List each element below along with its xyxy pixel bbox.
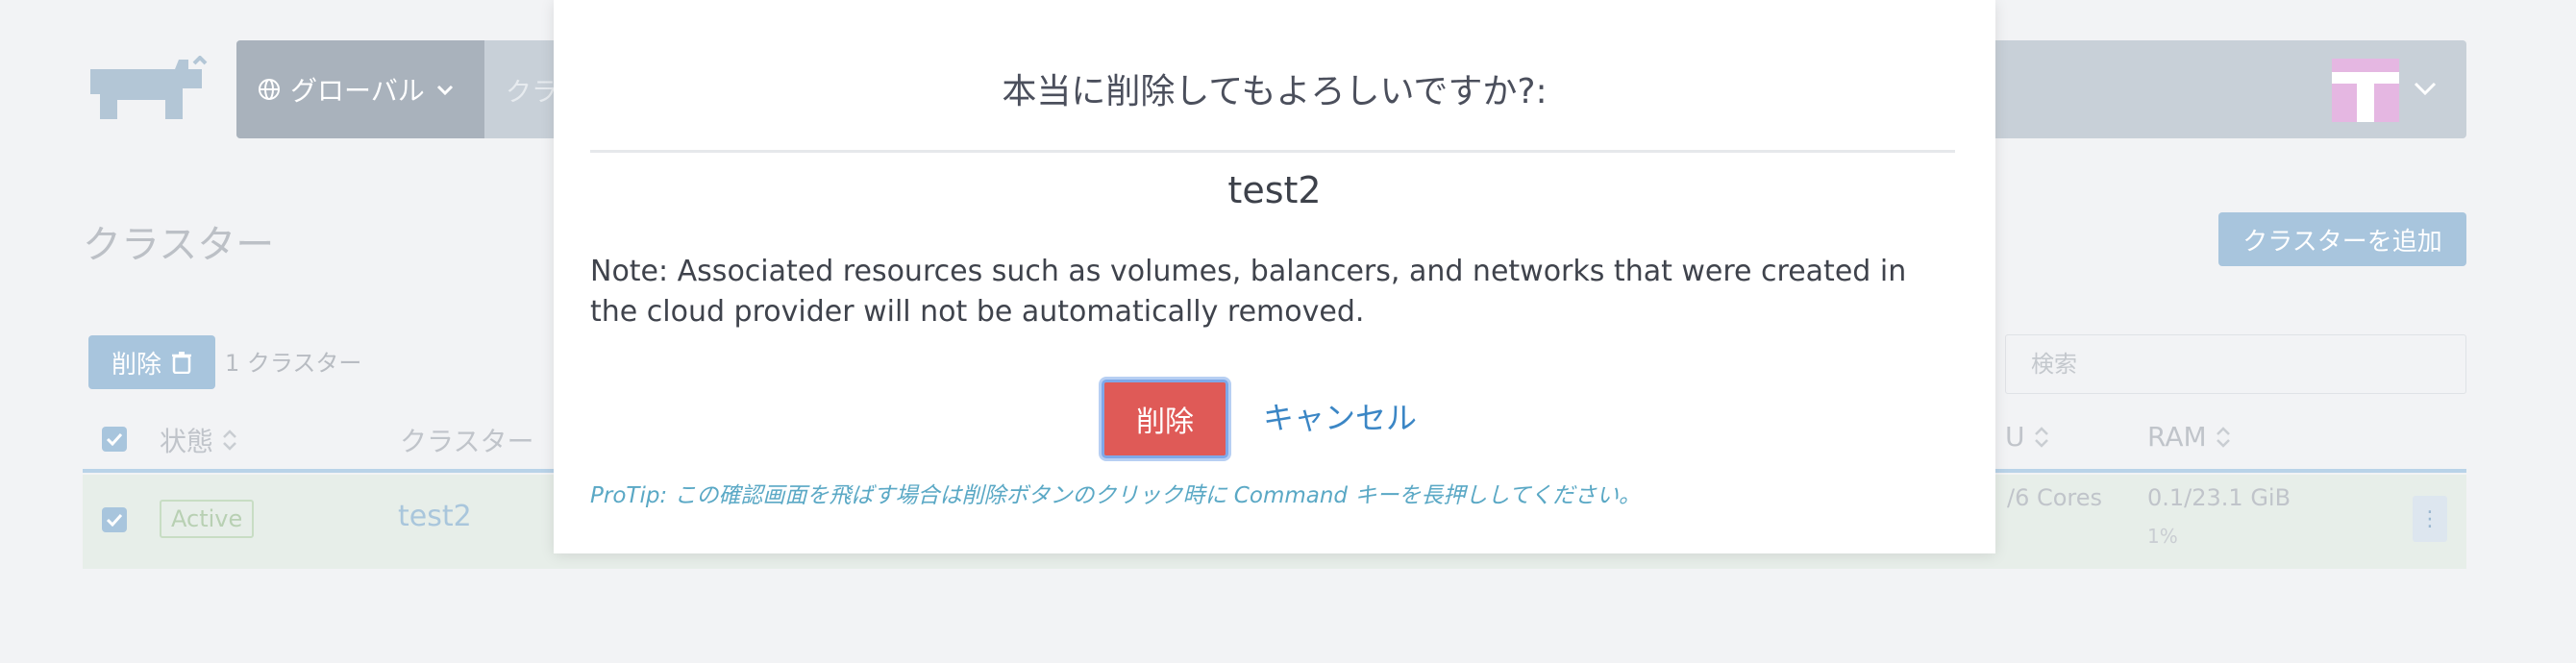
select-all-checkbox[interactable] bbox=[102, 427, 127, 452]
status-badge: Active bbox=[160, 500, 255, 538]
confirm-delete-button[interactable]: 削除 bbox=[1102, 380, 1228, 458]
globe-icon bbox=[259, 79, 280, 100]
sort-icon bbox=[2034, 426, 2048, 448]
scope-label: グローバル bbox=[290, 75, 425, 107]
cluster-count: 1 クラスター bbox=[225, 350, 362, 377]
column-cpu[interactable]: U bbox=[2005, 421, 2050, 453]
check-icon bbox=[106, 432, 123, 446]
modal-note: Note: Associated resources such as volum… bbox=[590, 255, 1907, 329]
sort-icon bbox=[2216, 426, 2230, 448]
breadcrumb[interactable]: クラ bbox=[506, 71, 557, 109]
add-cluster-button[interactable]: クラスターを追加 bbox=[2218, 212, 2466, 266]
column-state-label: 状態 bbox=[160, 426, 214, 457]
column-name[interactable]: クラスター bbox=[400, 421, 533, 459]
column-state[interactable]: 状態 bbox=[160, 421, 238, 459]
trash-icon bbox=[172, 352, 191, 374]
row-actions-button[interactable]: ⋮ bbox=[2413, 496, 2447, 542]
avatar[interactable] bbox=[2332, 59, 2399, 122]
avatar-pattern-icon bbox=[2332, 59, 2399, 122]
chevron-down-icon[interactable] bbox=[2413, 79, 2438, 98]
delete-confirm-modal: 本当に削除してもよろしいですか?: test2 Note: Associated… bbox=[554, 0, 1995, 553]
bulk-delete-button[interactable]: 削除 bbox=[88, 335, 215, 389]
rancher-logo-icon bbox=[90, 56, 208, 119]
ram-percent: 1% bbox=[2147, 525, 2178, 548]
cluster-name-link[interactable]: test2 bbox=[398, 500, 472, 533]
scope-menu[interactable]: グローバル bbox=[236, 40, 484, 138]
column-ram[interactable]: RAM bbox=[2147, 421, 2232, 453]
modal-divider bbox=[590, 150, 1955, 153]
search-input[interactable] bbox=[2005, 334, 2466, 394]
cancel-button[interactable]: キャンセル bbox=[1263, 394, 1417, 438]
page-title: クラスター bbox=[83, 223, 275, 267]
modal-target-name: test2 bbox=[1227, 169, 1322, 211]
column-name-label: クラスター bbox=[400, 426, 534, 457]
cpu-value: /6 Cores bbox=[2007, 484, 2103, 511]
modal-title: 本当に削除してもよろしいですか?: bbox=[1002, 72, 1548, 111]
protip-text: ProTip: この確認画面を飛ばす場合は削除ボタンのクリック時に Comman… bbox=[590, 483, 1641, 508]
column-ram-label: RAM bbox=[2147, 421, 2207, 453]
sort-icon bbox=[223, 430, 236, 451]
bulk-delete-label: 削除 bbox=[111, 350, 161, 380]
row-checkbox[interactable] bbox=[102, 507, 127, 532]
column-cpu-label: U bbox=[2005, 421, 2025, 453]
chevron-down-icon bbox=[436, 85, 453, 96]
check-icon bbox=[106, 513, 123, 527]
ram-value: 0.1/23.1 GiB bbox=[2147, 484, 2291, 511]
